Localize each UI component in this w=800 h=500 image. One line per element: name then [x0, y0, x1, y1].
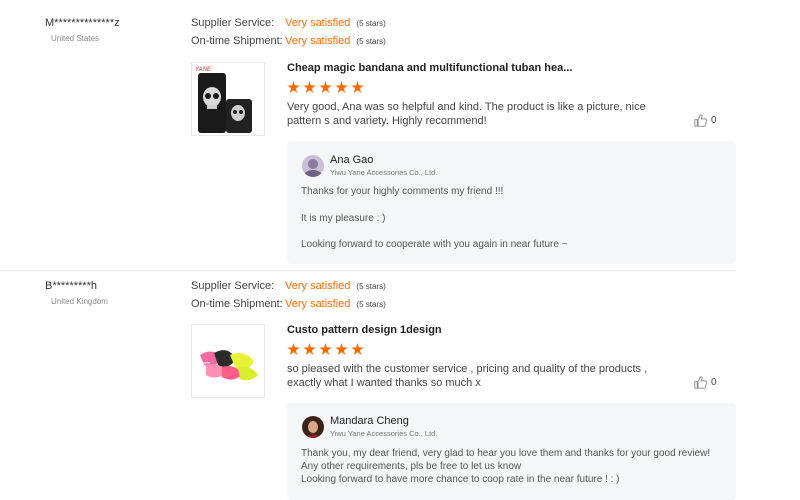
- review-card: B*********h United Kingdom Supplier Serv…: [0, 270, 800, 500]
- like-count: 0: [711, 377, 717, 388]
- star-icon: [351, 343, 364, 355]
- reply-company: Yiwu Yane Accessories Co., Ltd.: [330, 429, 438, 438]
- like-button[interactable]: 0: [694, 376, 717, 389]
- reply-author-name: Mandara Cheng: [330, 415, 409, 427]
- rating-label: Supplier Service:: [191, 17, 275, 29]
- reply-text-line: Thank you, my dear friend, very glad to …: [301, 448, 711, 459]
- rating-value: Very satisfied: [285, 17, 351, 29]
- rating-label: On-time Shipment:: [191, 35, 283, 47]
- brand-logo-text: YANE: [195, 67, 212, 73]
- reply-text-line: Any other requirements, pls be free to l…: [301, 461, 522, 472]
- product-title[interactable]: Custo pattern design 1design: [287, 324, 442, 336]
- product-title[interactable]: Cheap magic bandana and multifunctional …: [287, 62, 572, 74]
- product-thumbnail[interactable]: [191, 324, 265, 398]
- rating-value: Very satisfied: [285, 298, 351, 310]
- review-text: so pleased with the customer service , p…: [287, 363, 648, 389]
- rating-stars-count: (5 stars): [356, 281, 386, 291]
- reply-text-line: Looking forward to cooperate with you ag…: [301, 239, 568, 250]
- reply-text-line: Thanks for your highly comments my frien…: [301, 186, 504, 197]
- avatar: [302, 416, 324, 438]
- review-card: M**************z United States Supplier …: [0, 0, 800, 270]
- star-icon: [319, 343, 332, 355]
- like-count: 0: [711, 115, 717, 126]
- thumbs-up-icon: [694, 114, 707, 127]
- rating-stars-count: (5 stars): [356, 36, 386, 46]
- supplier-service-rating: Supplier Service: Very satisfied (5 star…: [191, 280, 386, 292]
- star-icon: [319, 81, 332, 93]
- rating-label: On-time Shipment:: [191, 298, 283, 310]
- reply-text-line: It is my pleasure : ): [301, 213, 386, 224]
- reply-text-line: Looking forward to have more chance to c…: [301, 474, 620, 485]
- product-rating-stars: [287, 343, 364, 356]
- rating-label: Supplier Service:: [191, 280, 275, 292]
- star-icon: [303, 343, 316, 355]
- star-icon: [335, 343, 348, 355]
- thumbs-up-icon: [694, 376, 707, 389]
- star-icon: [335, 81, 348, 93]
- star-icon: [287, 81, 300, 93]
- star-icon: [351, 81, 364, 93]
- rating-stars-count: (5 stars): [356, 299, 386, 309]
- shipment-rating: On-time Shipment: Very satisfied (5 star…: [191, 35, 386, 47]
- supplier-service-rating: Supplier Service: Very satisfied (5 star…: [191, 17, 386, 29]
- product-thumbnail[interactable]: YANE: [191, 62, 265, 136]
- seller-reply: Mandara Cheng Yiwu Yane Accessories Co.,…: [287, 403, 736, 500]
- avatar: [302, 155, 324, 177]
- buyer-name: B*********h: [45, 280, 97, 292]
- shipment-rating: On-time Shipment: Very satisfied (5 star…: [191, 298, 386, 310]
- buyer-country: United States: [51, 34, 100, 43]
- star-icon: [303, 81, 316, 93]
- reply-author-name: Ana Gao: [330, 154, 374, 166]
- buyer-name: M**************z: [45, 17, 120, 29]
- buyer-country: United Kingdom: [51, 297, 108, 306]
- product-rating-stars: [287, 81, 364, 94]
- review-text: Very good, Ana was so helpful and kind. …: [287, 101, 646, 127]
- seller-reply: Ana Gao Yiwu Yane Accessories Co., Ltd. …: [287, 141, 736, 264]
- rating-value: Very satisfied: [285, 280, 351, 292]
- like-button[interactable]: 0: [694, 114, 717, 127]
- rating-stars-count: (5 stars): [356, 18, 386, 28]
- reply-company: Yiwu Yane Accessories Co., Ltd.: [330, 168, 438, 177]
- rating-value: Very satisfied: [285, 35, 351, 47]
- star-icon: [287, 343, 300, 355]
